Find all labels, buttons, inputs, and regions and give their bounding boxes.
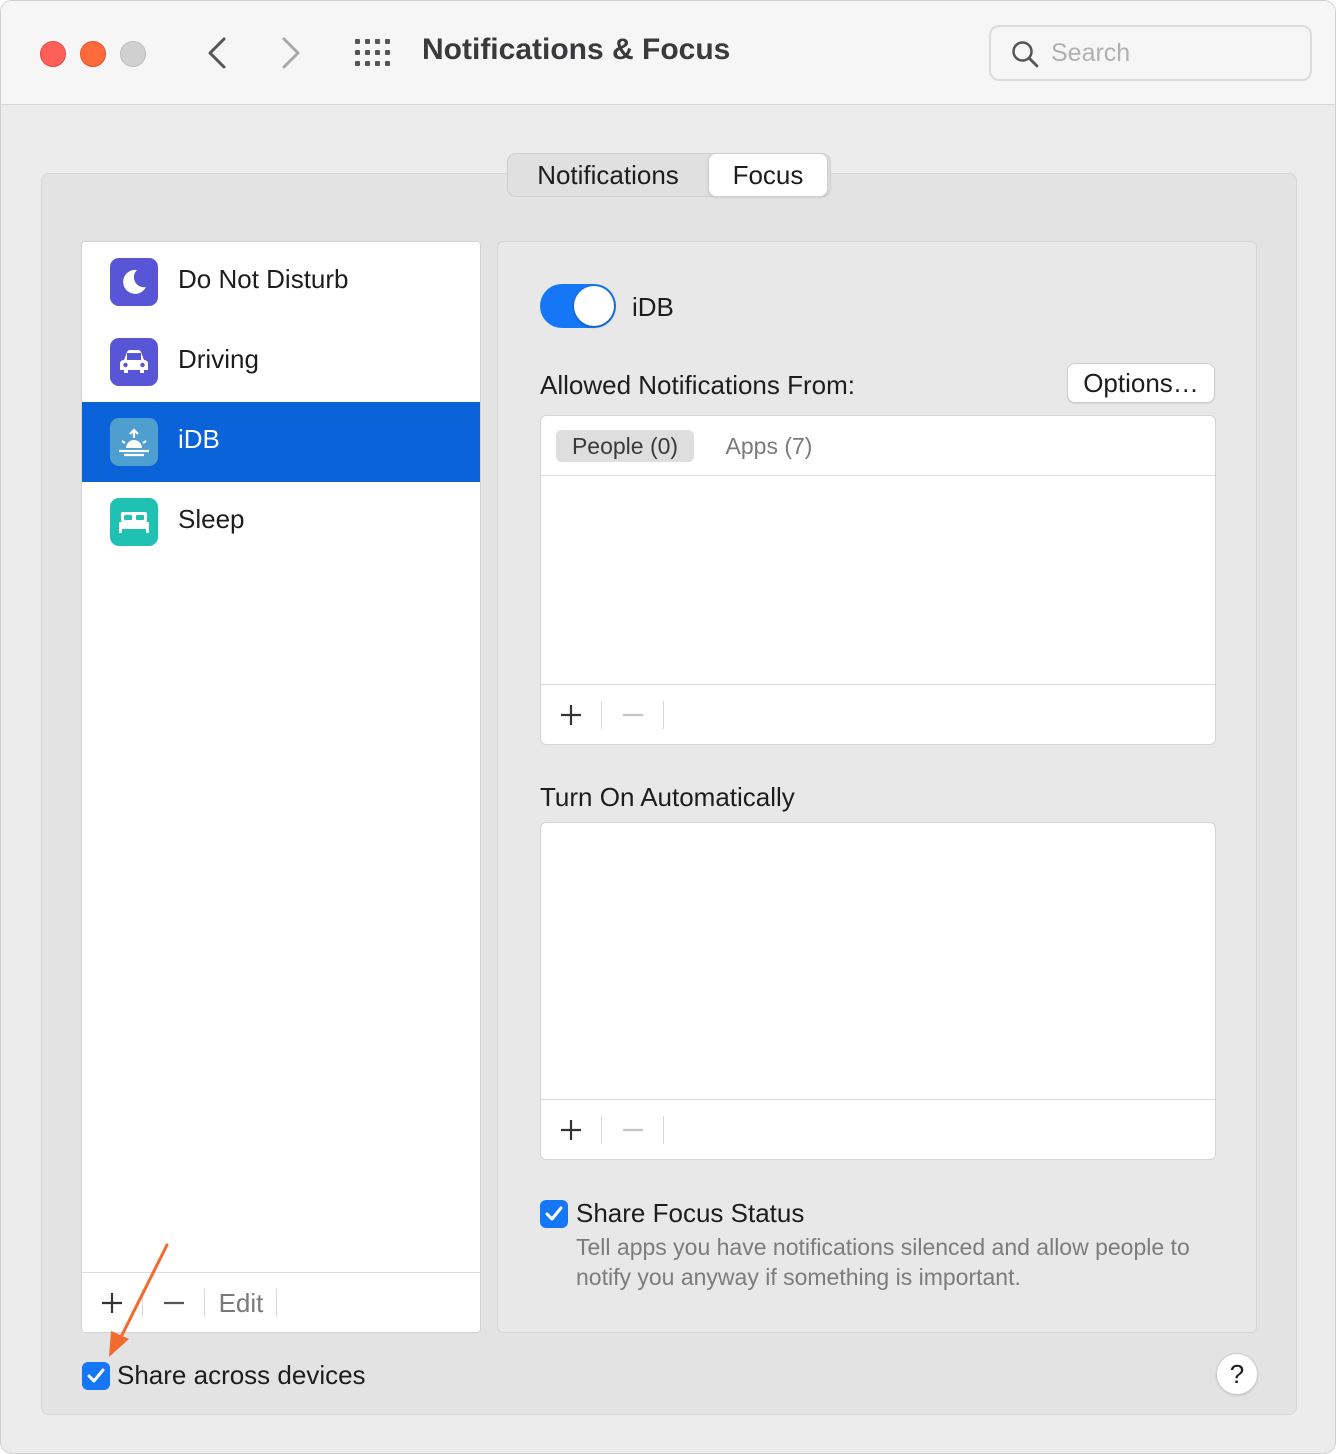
chevron-left-icon — [208, 37, 226, 69]
tab-bar: Notifications Focus — [507, 153, 831, 197]
options-button[interactable]: Options… — [1067, 363, 1215, 403]
help-button[interactable]: ? — [1216, 1353, 1258, 1395]
share-focus-status-label: Share Focus Status — [576, 1198, 805, 1228]
focus-list: Do Not Disturb Driving iDB Sleep Edit — [81, 241, 481, 1333]
share-across-devices-label: Share across devices — [117, 1360, 366, 1390]
show-all-button[interactable] — [353, 37, 393, 69]
title-bar: Notifications & Focus — [1, 1, 1335, 105]
add-automation-button[interactable] — [551, 1100, 591, 1160]
focus-item-sleep[interactable]: Sleep — [82, 482, 480, 562]
tab-notifications[interactable]: Notifications — [508, 154, 708, 196]
tab-people[interactable]: People (0) — [556, 430, 694, 462]
allowed-notifications-list: People (0) Apps (7) — [540, 415, 1216, 745]
focus-toggle[interactable] — [540, 284, 616, 328]
chevron-right-icon — [282, 37, 300, 69]
tab-apps[interactable]: Apps (7) — [713, 430, 825, 462]
search-icon — [1012, 41, 1039, 68]
remove-allowed-button[interactable] — [613, 685, 653, 745]
focus-name-label: iDB — [632, 292, 674, 322]
allowed-notifications-label: Allowed Notifications From: — [540, 370, 855, 400]
focus-item-do-not-disturb[interactable]: Do Not Disturb — [82, 242, 480, 322]
add-allowed-button[interactable] — [551, 685, 591, 745]
focus-item-driving[interactable]: Driving — [82, 322, 480, 402]
search-field[interactable] — [989, 25, 1312, 81]
edit-focus-button[interactable]: Edit — [212, 1273, 270, 1333]
focus-detail-pane: iDB Allowed Notifications From: Options…… — [497, 241, 1257, 1333]
car-icon — [110, 338, 158, 386]
minus-icon — [623, 713, 643, 717]
tab-focus[interactable]: Focus — [708, 153, 828, 197]
minus-icon — [623, 1128, 643, 1132]
back-button[interactable] — [197, 33, 237, 73]
automation-list — [540, 822, 1216, 1160]
bed-icon — [110, 498, 158, 546]
share-focus-status-checkbox[interactable] — [540, 1200, 568, 1228]
grid-icon — [355, 39, 390, 66]
plus-icon — [561, 1120, 581, 1140]
forward-button[interactable] — [271, 33, 311, 73]
toggle-knob — [574, 286, 614, 326]
annotation-arrow-icon — [109, 1243, 169, 1357]
focus-item-label: Driving — [178, 344, 259, 374]
checkmark-icon — [87, 1368, 105, 1383]
zoom-window-button[interactable] — [120, 41, 146, 67]
focus-item-label: iDB — [178, 424, 220, 454]
search-input[interactable] — [1051, 37, 1291, 69]
checkmark-icon — [545, 1206, 563, 1221]
automation-list-toolbar — [541, 1099, 1215, 1159]
allowed-tabs: People (0) Apps (7) — [541, 416, 1215, 476]
preferences-window: Notifications & Focus Notifications Focu… — [0, 0, 1336, 1454]
remove-automation-button[interactable] — [613, 1100, 653, 1160]
minimize-window-button[interactable] — [80, 41, 106, 67]
plus-icon — [561, 705, 581, 725]
share-across-devices-checkbox[interactable] — [82, 1362, 110, 1390]
focus-item-idb[interactable]: iDB — [82, 402, 480, 482]
allowed-list-toolbar — [541, 684, 1215, 744]
sunrise-icon — [110, 418, 158, 466]
focus-item-label: Do Not Disturb — [178, 264, 349, 294]
share-focus-status-description: Tell apps you have notifications silence… — [576, 1234, 1190, 1290]
window-title: Notifications & Focus — [422, 33, 731, 66]
moon-icon — [110, 258, 158, 306]
close-window-button[interactable] — [40, 41, 66, 67]
turn-on-automatically-label: Turn On Automatically — [540, 782, 795, 812]
focus-item-label: Sleep — [178, 504, 245, 534]
